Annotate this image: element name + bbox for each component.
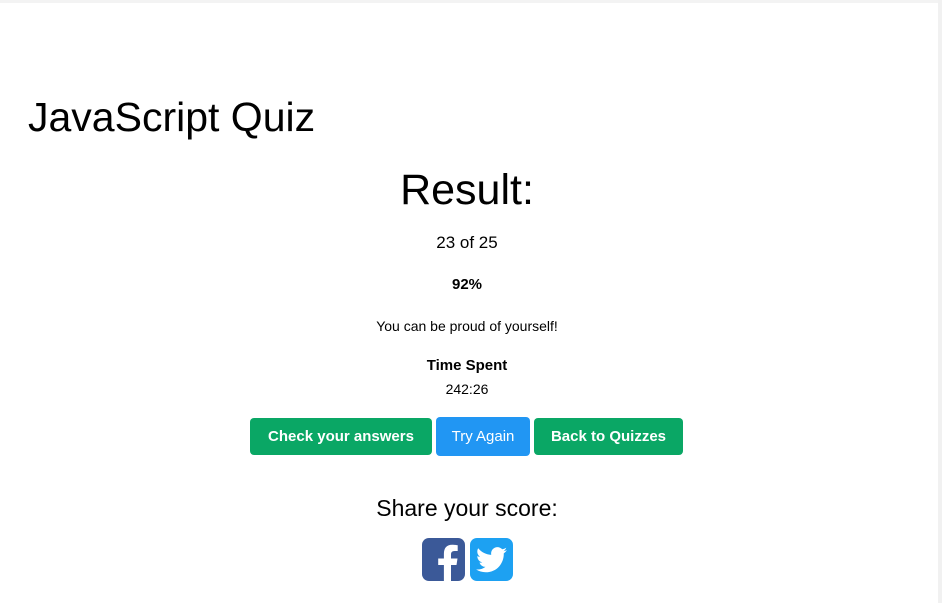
back-to-quizzes-button[interactable]: Back to Quizzes (534, 418, 683, 455)
scrollbar[interactable] (938, 0, 942, 603)
result-heading: Result: (400, 166, 534, 214)
result-actions: Check your answers Try Again Back to Qui… (250, 417, 683, 456)
share-heading: Share your score: (376, 495, 558, 521)
facebook-share-button[interactable] (422, 538, 465, 581)
page-title: JavaScript Quiz (28, 94, 316, 140)
score-text: 23 of 25 (436, 233, 498, 252)
try-again-button[interactable]: Try Again (436, 417, 530, 456)
twitter-icon (476, 546, 507, 572)
time-spent-value: 242:26 (445, 381, 489, 397)
quiz-result-page: JavaScript Quiz Result: 23 of 25 92% You… (0, 0, 942, 603)
time-spent-label: Time Spent (426, 357, 508, 374)
twitter-share-button[interactable] (470, 538, 513, 581)
top-divider (0, 0, 938, 3)
share-buttons (422, 538, 513, 581)
check-answers-button[interactable]: Check your answers (250, 418, 432, 455)
result-message: You can be proud of yourself! (376, 318, 558, 334)
score-percent: 92% (451, 276, 483, 293)
facebook-icon (438, 544, 458, 581)
